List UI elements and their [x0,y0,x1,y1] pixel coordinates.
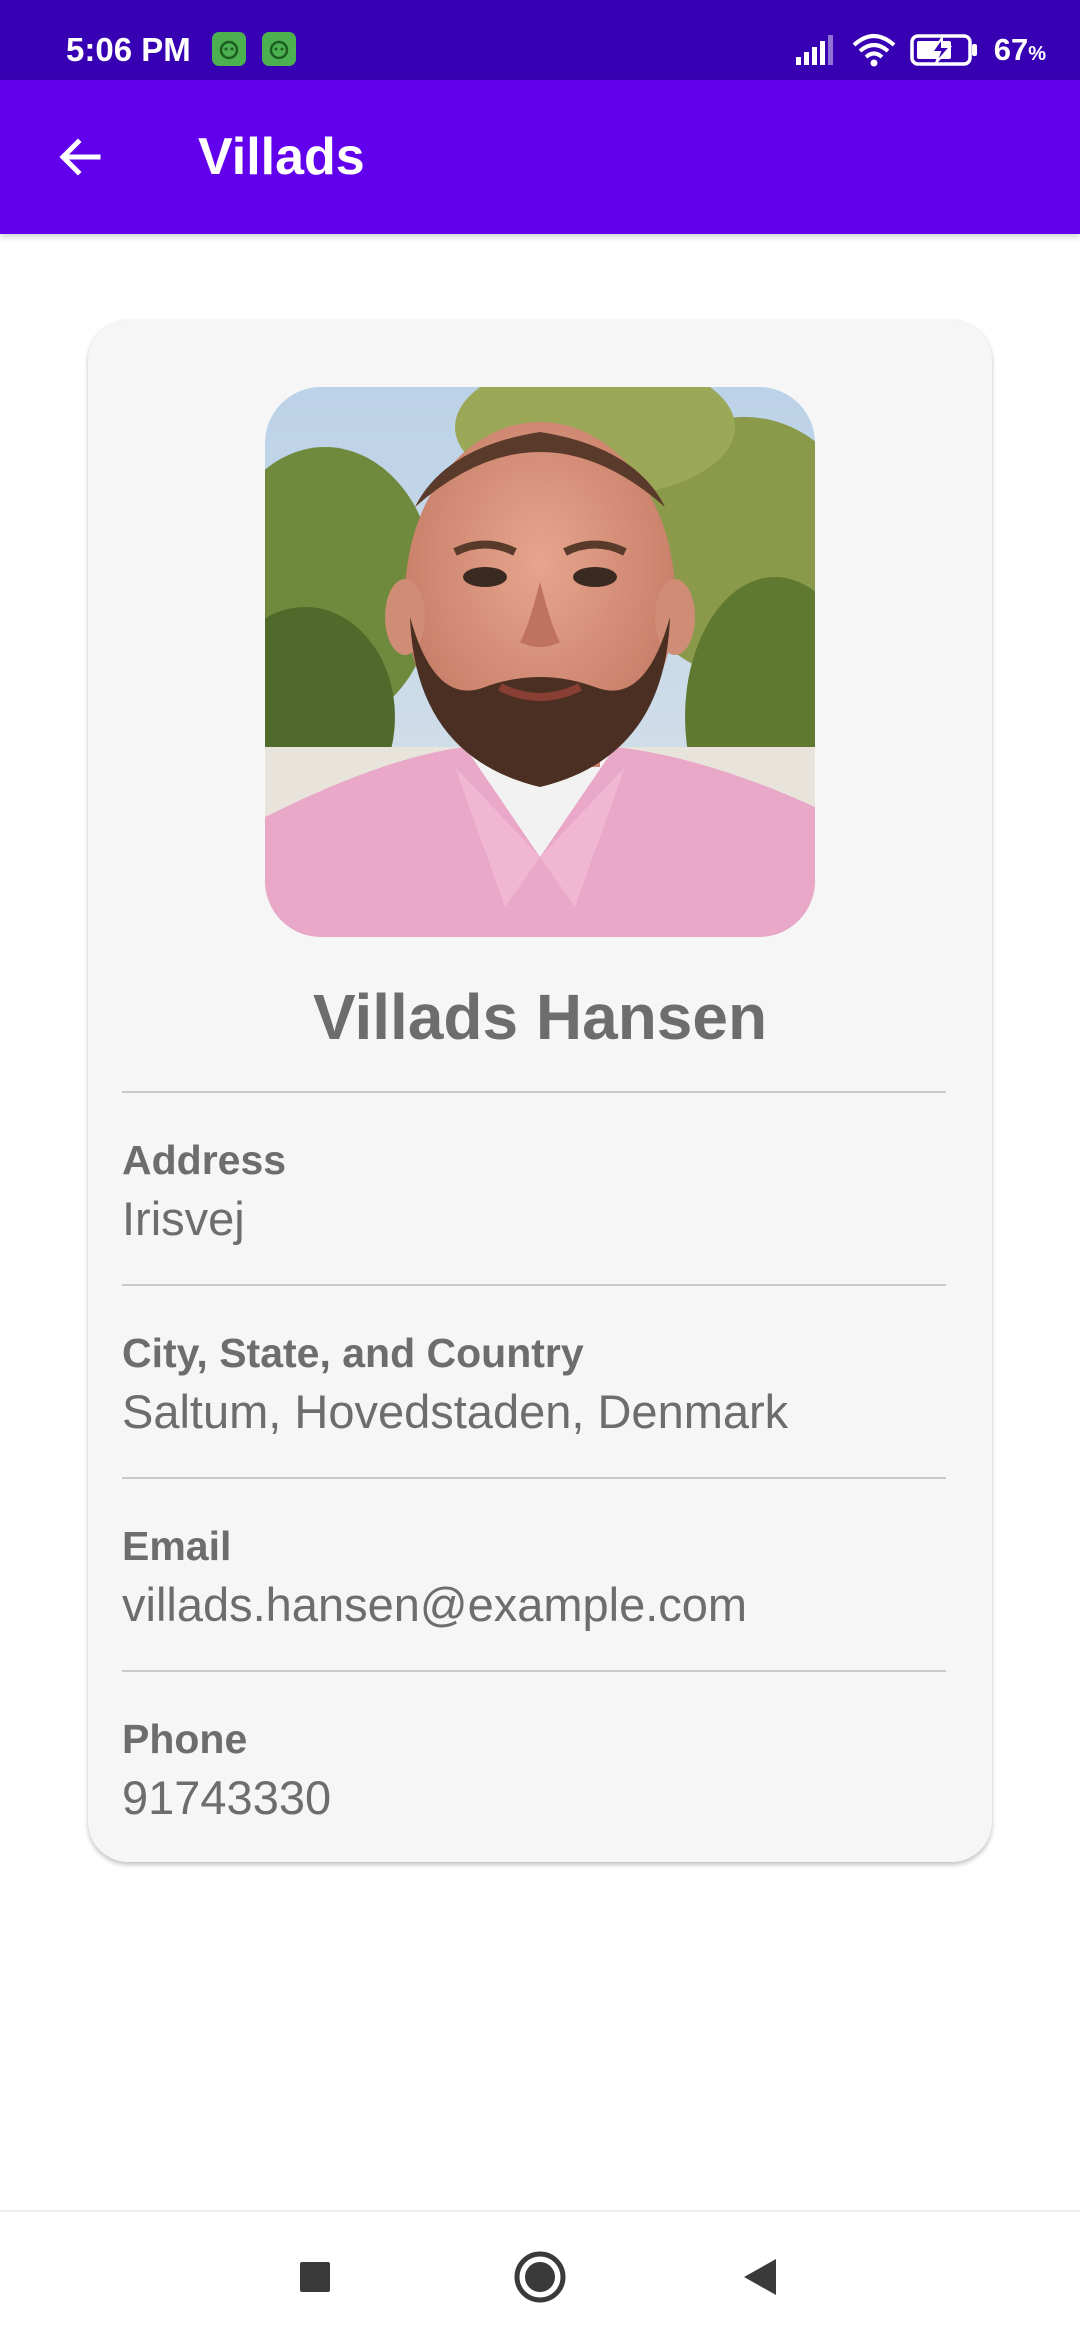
divider [122,1670,946,1672]
city-state-country-value: Saltum, Hovedstaden, Denmark [122,1385,789,1438]
back-nav-button[interactable] [700,2212,820,2342]
divider [122,1091,946,1093]
notification-app-icon [262,32,296,66]
divider [122,1477,946,1479]
recents-button[interactable] [255,2212,375,2342]
person-name: Villads Hansen [312,981,768,1053]
divider [122,1284,946,1286]
phone-label: Phone [122,1716,248,1762]
battery-percent: 67% [993,32,1046,67]
phone-value: 91743330 [122,1771,332,1824]
arrow-left-icon [59,138,101,176]
app-bar: Villads [0,80,1080,234]
address-value: Irisvej [122,1192,245,1245]
notification-app-icon [212,32,246,66]
home-button[interactable] [480,2212,600,2342]
email-label: Email [122,1523,232,1569]
email-value: villads.hansen@example.com [122,1578,748,1631]
recents-square-icon [300,2262,330,2292]
address-label: Address [122,1137,287,1183]
page-title: Villads [198,128,365,186]
city-state-country-label: City, State, and Country [122,1330,584,1376]
status-bar: 5:06 PM 67% [0,0,1080,80]
signal-icon [795,35,833,65]
system-nav-bar [0,2210,1080,2340]
back-button[interactable] [40,117,120,197]
home-circle-icon [514,2251,566,2303]
wifi-icon [852,34,896,67]
back-triangle-icon [744,2259,776,2295]
profile-photo [265,387,815,937]
battery-charging-icon [909,34,977,66]
profile-card: Villads Hansen Address Irisvej City, Sta… [88,320,992,1862]
